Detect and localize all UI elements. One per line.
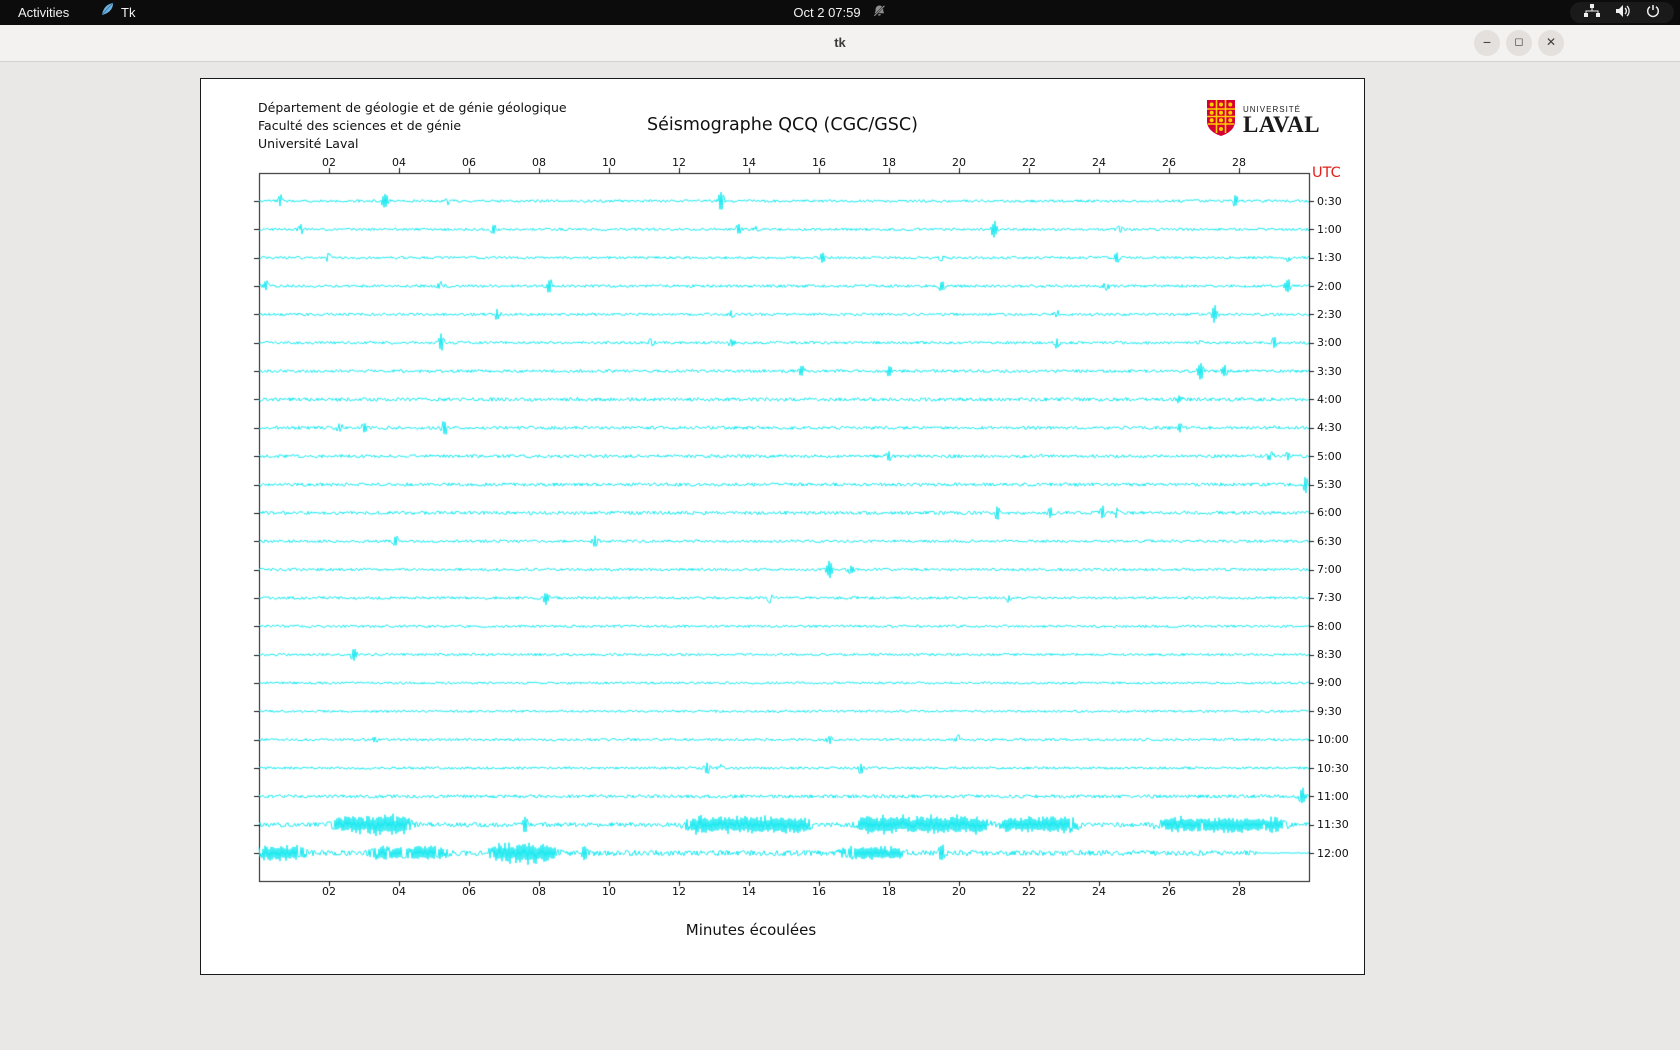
utc-time-label: 6:00 — [1317, 506, 1342, 519]
network-icon — [1584, 4, 1600, 21]
utc-time-label: 7:30 — [1317, 591, 1342, 604]
clock-text: Oct 2 07:59 — [793, 5, 861, 20]
utc-time-label: 3:30 — [1317, 365, 1342, 378]
x-axis-title: Minutes écoulées — [685, 921, 817, 939]
utc-time-label: 6:30 — [1317, 535, 1342, 548]
utc-time-label: 8:30 — [1317, 648, 1342, 661]
header-university: Université Laval — [258, 136, 359, 151]
utc-time-label: 5:00 — [1317, 450, 1342, 463]
utc-time-label: 4:00 — [1317, 393, 1342, 406]
utc-time-label: 9:30 — [1317, 705, 1342, 718]
logo-wordmark-large: LAVAL — [1243, 112, 1321, 137]
utc-time-label: 8:00 — [1317, 620, 1342, 633]
seismograph-window-content: Département de géologie et de génie géol… — [200, 78, 1365, 975]
tk-app-icon — [100, 0, 115, 25]
utc-time-label: 2:00 — [1317, 280, 1342, 293]
utc-time-label: 10:00 — [1317, 733, 1349, 746]
system-top-bar: Activities Tk Oct 2 07:59 — [0, 0, 1680, 25]
system-status-area[interactable] — [1570, 2, 1674, 23]
power-icon — [1646, 4, 1660, 21]
volume-icon — [1615, 4, 1631, 21]
focused-app-menu[interactable]: Tk — [100, 0, 135, 25]
utc-time-label: 4:30 — [1317, 421, 1342, 434]
utc-time-label: 7:00 — [1317, 563, 1342, 576]
utc-time-label: 9:00 — [1317, 676, 1342, 689]
activities-button[interactable]: Activities — [12, 0, 75, 25]
seismograph-canvas — [251, 165, 1317, 889]
utc-time-label: 5:30 — [1317, 478, 1342, 491]
utc-time-label: 10:30 — [1317, 762, 1349, 775]
minimize-button[interactable]: − — [1474, 30, 1500, 56]
focused-app-name: Tk — [121, 5, 136, 20]
universite-laval-logo: UNIVERSITÉ LAVAL — [1206, 99, 1320, 142]
close-button[interactable]: ✕ — [1538, 30, 1564, 56]
maximize-button[interactable]: ◻ — [1506, 30, 1532, 56]
clock-menu[interactable]: Oct 2 07:59 — [793, 0, 886, 25]
utc-time-label: 1:30 — [1317, 251, 1342, 264]
laval-shield-icon — [1206, 99, 1236, 142]
notifications-muted-icon — [873, 4, 887, 21]
utc-time-label: 11:30 — [1317, 818, 1349, 831]
utc-time-label: 2:30 — [1317, 308, 1342, 321]
window-title: tk — [834, 35, 846, 50]
utc-time-label: 11:00 — [1317, 790, 1349, 803]
page-title: Séismographe QCQ (CGC/GSC) — [647, 115, 918, 135]
utc-time-label: 12:00 — [1317, 847, 1349, 860]
window-titlebar[interactable]: tk − ◻ ✕ — [0, 25, 1680, 62]
utc-time-label: 3:00 — [1317, 336, 1342, 349]
utc-time-label: 1:00 — [1317, 223, 1342, 236]
utc-time-label: 0:30 — [1317, 195, 1342, 208]
